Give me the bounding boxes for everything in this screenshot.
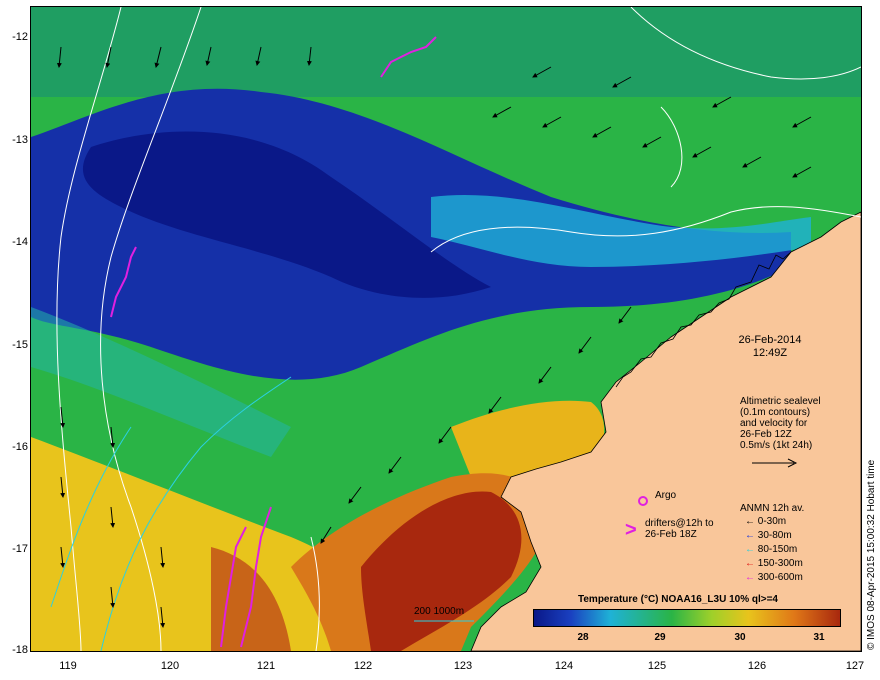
sealevel-line: (0.1m contours): [740, 407, 811, 418]
lon-label: 119: [59, 660, 77, 672]
colorbar-tick: 31: [813, 632, 825, 643]
sealevel-line: Altimetric sealevel: [740, 396, 821, 407]
anmn-legend-item: ← 80-150m: [745, 544, 797, 556]
sst-map-graphic: [31, 7, 861, 651]
lon-label: 125: [647, 660, 667, 672]
lon-label: 127: [845, 660, 865, 672]
credit-label: © IMOS 08-Apr-2015 15:00:32 Hobart time: [866, 459, 877, 650]
arrow-icon: ←: [745, 516, 755, 527]
colorbar-tick: 29: [654, 632, 666, 643]
drifter-line: 26-Feb 18Z: [645, 529, 697, 540]
lat-label: -12: [12, 31, 28, 43]
anmn-legend-title: ANMN 12h av.: [740, 503, 805, 514]
sst-map: [30, 6, 862, 652]
drifter-icon: >: [625, 519, 637, 541]
arrow-icon: ←: [745, 558, 755, 569]
date-label: 26-Feb-2014 12:49Z: [720, 334, 820, 360]
lat-label: -14: [12, 236, 28, 248]
lon-label: 121: [256, 660, 276, 672]
lat-label: -17: [12, 543, 28, 555]
lon-label: 122: [353, 660, 373, 672]
anmn-legend-item: ← 150-300m: [745, 558, 803, 570]
lat-label: -13: [12, 134, 28, 146]
colorbar-tick: 28: [577, 632, 589, 643]
anmn-item-label: 0-30m: [757, 516, 787, 527]
colorbar-tick: 30: [734, 632, 746, 643]
date-text: 26-Feb-2014: [738, 334, 802, 346]
anmn-legend-item: ← 30-80m: [745, 530, 792, 542]
bathy-legend-line: [414, 620, 474, 622]
bathy-legend-label: 200 1000m: [414, 606, 465, 617]
time-text: 12:49Z: [752, 347, 788, 359]
arrow-icon: ←: [745, 544, 755, 555]
anmn-item-label: 300-600m: [757, 572, 803, 583]
lon-label: 123: [453, 660, 473, 672]
argo-legend-label: Argo: [655, 490, 677, 501]
arrow-icon: ←: [745, 572, 755, 583]
colorbar: [533, 609, 841, 627]
colorbar-title: Temperature (°C) NOAA16_L3U 10% ql>=4: [578, 594, 778, 605]
sealevel-line: 0.5m/s (1kt 24h): [740, 440, 813, 451]
scale-arrow-icon: [752, 458, 798, 468]
anmn-item-label: 30-80m: [757, 530, 792, 541]
drifter-legend: drifters@12h to 26-Feb 18Z: [645, 518, 714, 540]
drifter-line: drifters@12h to: [645, 518, 714, 529]
lat-label: -16: [12, 441, 28, 453]
arrow-icon: ←: [745, 530, 755, 541]
lon-label: 126: [747, 660, 767, 672]
lon-label: 120: [160, 660, 180, 672]
sealevel-line: 26-Feb 12Z: [740, 429, 792, 440]
lat-label: -15: [12, 339, 28, 351]
sealevel-line: and velocity for: [740, 418, 808, 429]
sealevel-description: Altimetric sealevel (0.1m contours) and …: [740, 396, 821, 451]
anmn-item-label: 80-150m: [757, 544, 798, 555]
anmn-legend-item: ← 300-600m: [745, 572, 803, 584]
anmn-item-label: 150-300m: [757, 558, 803, 569]
anmn-legend-item: ← 0-30m: [745, 516, 786, 528]
lon-label: 124: [554, 660, 574, 672]
lat-label: -18: [12, 644, 28, 656]
northern-band: [31, 7, 861, 97]
